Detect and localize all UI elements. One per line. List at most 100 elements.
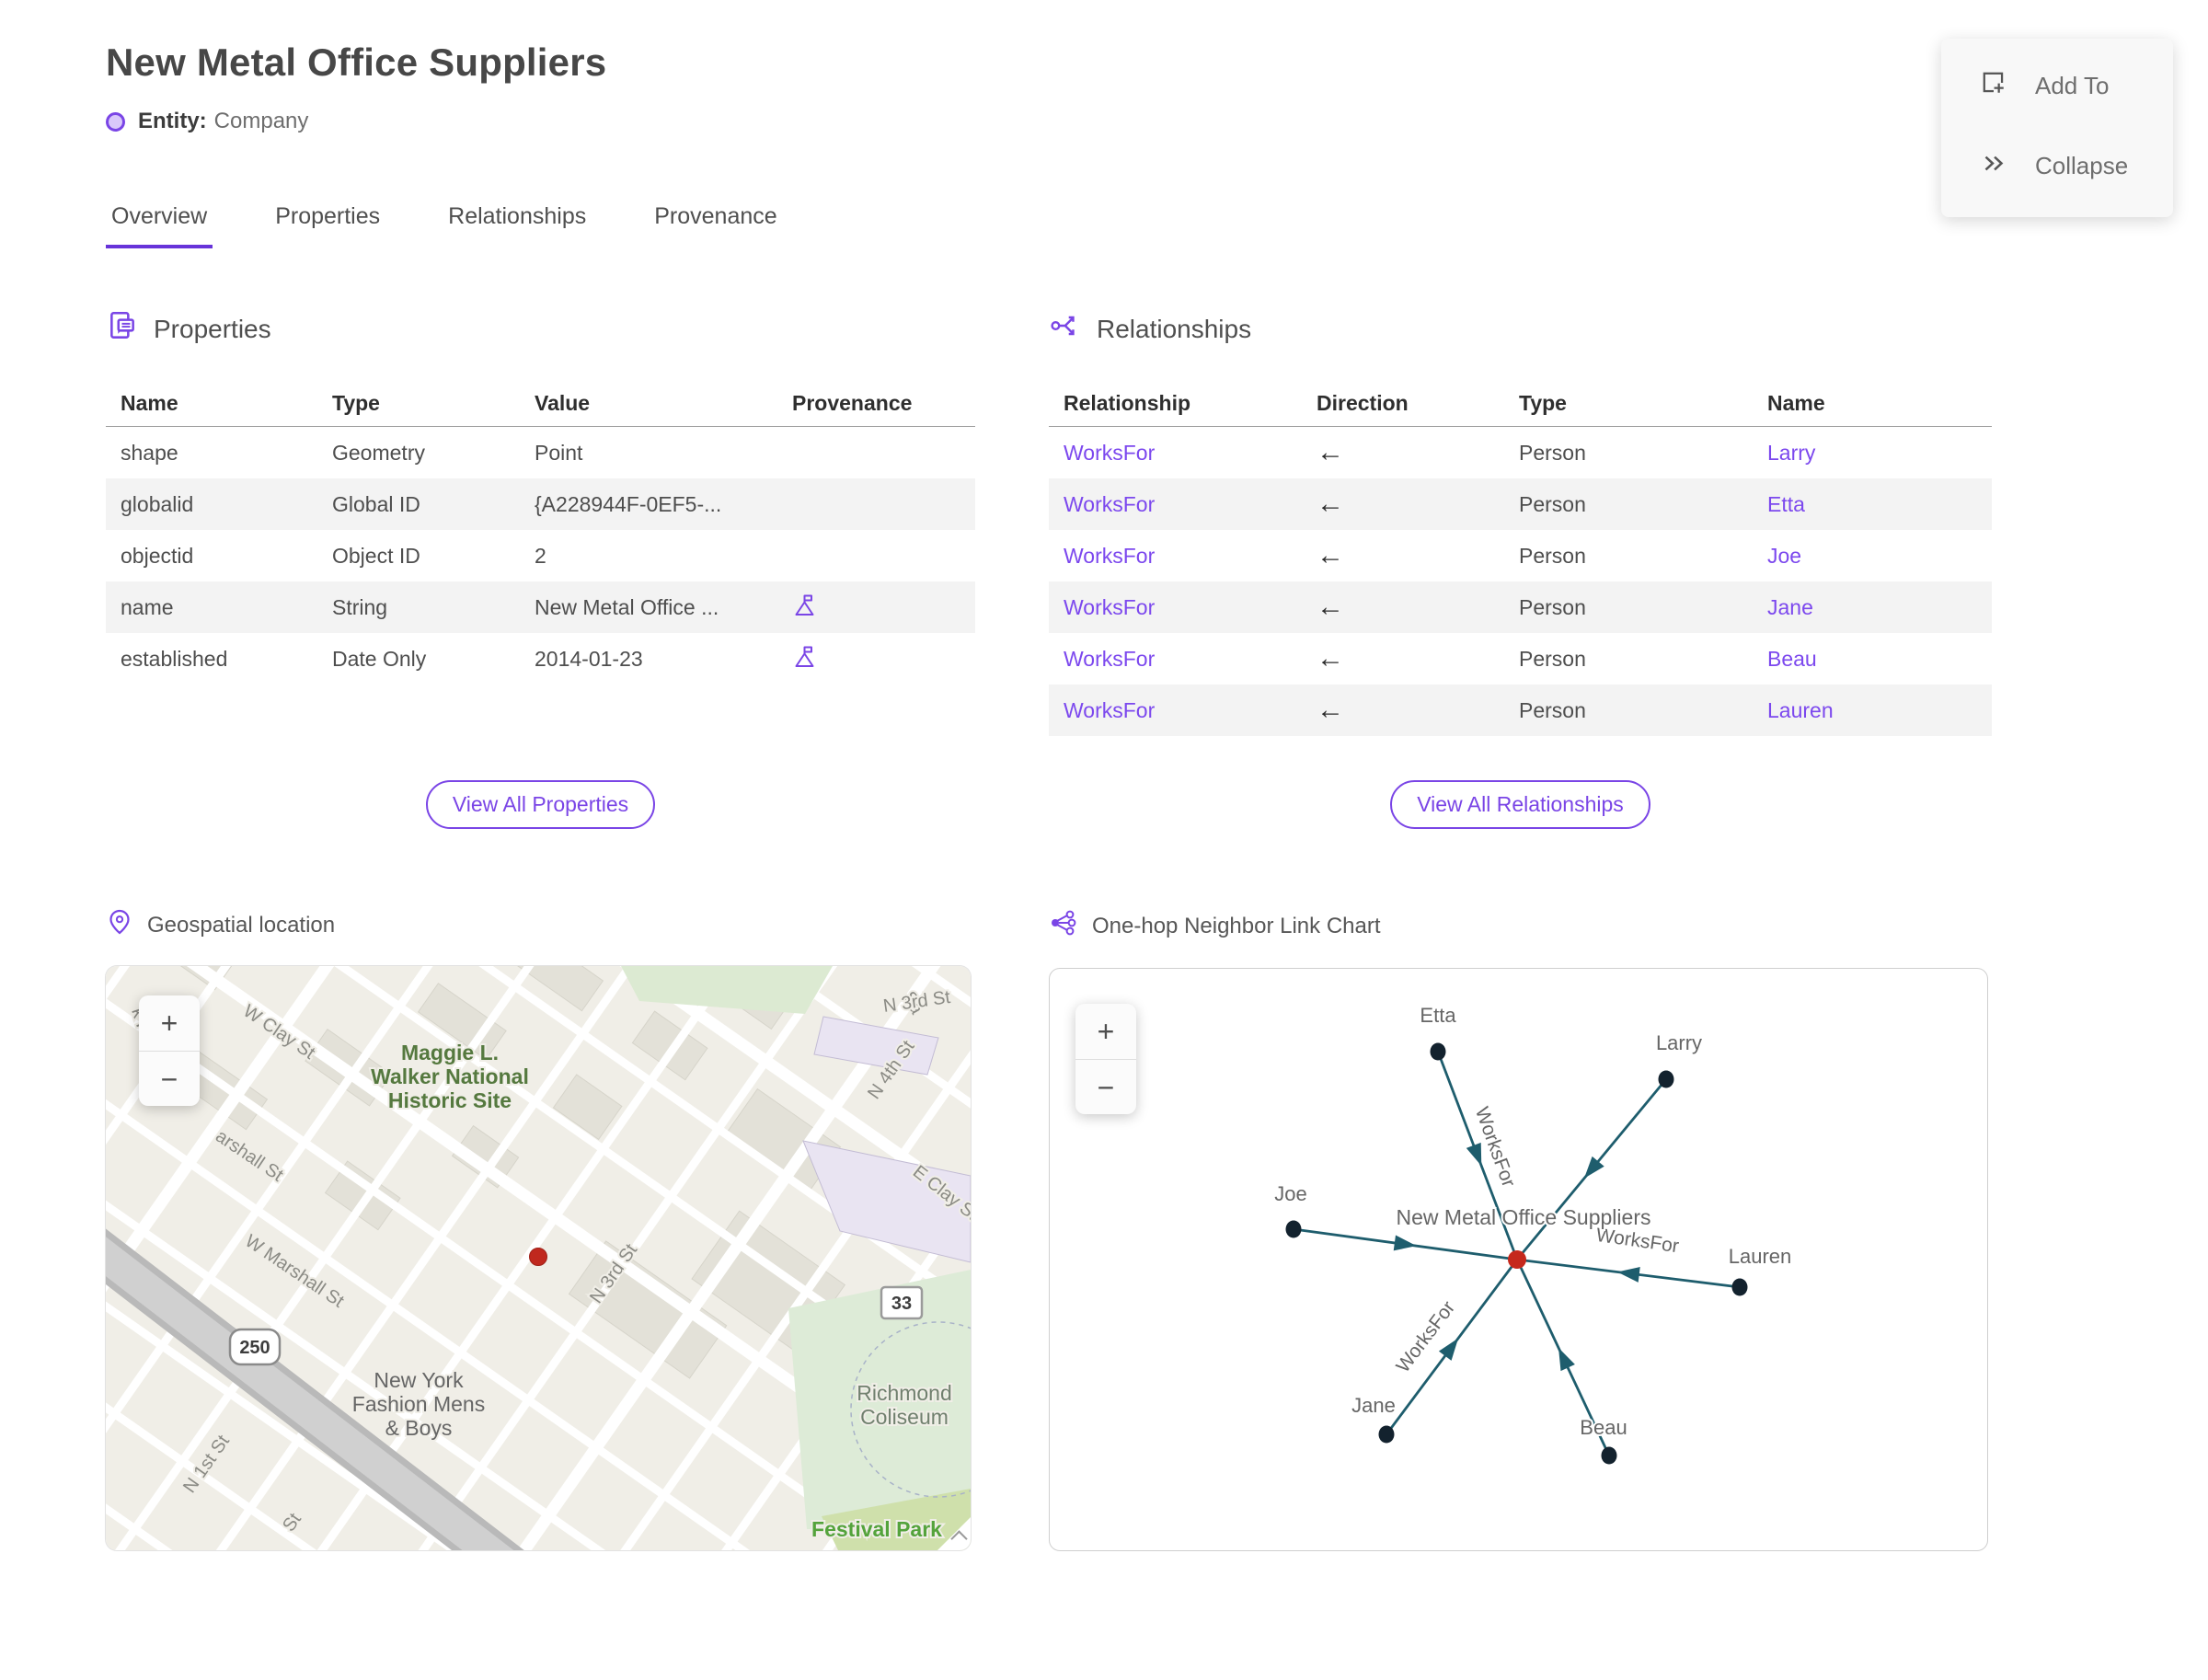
tab-provenance[interactable]: Provenance [649,202,782,248]
provenance-flag-icon[interactable] [792,644,817,669]
column-header: Name [121,390,178,415]
direction-arrow: ← [1317,489,1344,519]
graph-node[interactable] [1731,1278,1748,1296]
chevrons-right-icon [1978,147,2009,185]
graph-edge-arrow [1466,1142,1482,1167]
direction-arrow: ← [1317,540,1344,570]
relationship-link[interactable]: WorksFor [1064,698,1155,722]
map-point-marker[interactable] [529,1248,547,1266]
related-entity-type: Person [1519,491,1586,516]
direction-arrow: ← [1317,592,1344,622]
property-value: 2014-01-23 [535,646,643,671]
page-title: New Metal Office Suppliers [106,40,607,84]
chart-zoom-in-button[interactable]: + [1075,1004,1136,1059]
tab-properties[interactable]: Properties [270,202,385,248]
relationship-direction-cell: ← [1302,489,1504,520]
add-to-button[interactable]: Add To [1941,66,2173,106]
relationship-row: WorksFor ← Person Joe [1049,530,1992,581]
link-chart-canvas[interactable]: WorksForWorksForWorksForEttaLarryJoeLaur… [1050,969,1987,1550]
related-entity-name-cell: Larry [1753,441,1992,466]
chart-zoom-out-button[interactable]: − [1075,1059,1136,1114]
tab-overview[interactable]: Overview [106,202,213,248]
graph-node[interactable] [1430,1042,1446,1061]
entity-link[interactable]: Etta [1767,492,1805,516]
graph-node-label: Beau [1580,1416,1627,1439]
tab-relationships[interactable]: Relationships [443,202,592,248]
one-hop-link-chart[interactable]: WorksFor WorksFor WorksFor Etta Larry Joe Laur… [1049,968,1988,1551]
entity-type-icon [106,111,125,132]
provenance-flag-icon[interactable] [792,593,817,617]
entity-row: Entity: Company [106,109,1992,134]
relationships-card: Relationships Relationship Direction Typ… [1049,309,1992,829]
map-zoom-out-button[interactable]: − [139,1051,200,1106]
floating-action-panel: Add To Collapse [1941,39,2173,217]
properties-table: Name Type Value Provenance shape Geometry… [106,380,975,685]
relationship-type-cell: WorksFor [1049,647,1302,672]
property-value: Point [535,440,583,465]
entity-link[interactable]: Lauren [1767,698,1834,722]
relationship-row: WorksFor ← Person Larry [1049,427,1992,478]
related-entity-type: Person [1519,646,1586,671]
graph-node[interactable] [1378,1425,1395,1444]
property-row: shape Geometry Point [106,427,975,478]
graph-center-node[interactable] [1508,1250,1526,1269]
direction-arrow: ← [1317,643,1344,673]
column-header: Type [1519,390,1567,415]
direction-arrow: ← [1317,695,1344,725]
relationship-row: WorksFor ← Person Jane [1049,581,1992,633]
relationship-type-cell: WorksFor [1049,544,1302,569]
property-name: objectid [121,543,194,568]
property-provenance [777,644,975,674]
relationship-link[interactable]: WorksFor [1064,441,1155,465]
graph-node-label: Larry [1656,1031,1702,1054]
column-header: Name [1767,390,1825,415]
add-to-icon [1978,67,2009,105]
property-type: Geometry [332,440,425,465]
property-name: established [121,646,228,671]
column-header: Relationship [1064,390,1191,415]
property-value: {A228944F-0EF5-... [535,491,722,516]
map-poi-label: Richmond Coliseum [857,1381,952,1429]
property-row: established Date Only 2014-01-23 [106,633,975,685]
related-entity-name-cell: Joe [1753,544,1992,569]
column-header: Type [332,390,380,415]
relationships-section-title: Relationships [1097,314,1252,343]
geospatial-map[interactable]: k RdW Clay StSaarshall StW Marshall StE … [106,966,971,1550]
entity-link[interactable]: Joe [1767,544,1801,568]
property-provenance [777,593,975,623]
view-all-properties-button[interactable]: View All Properties [425,780,656,829]
graph-edge-arrow [1438,1338,1459,1361]
relationship-link[interactable]: WorksFor [1064,595,1155,619]
relationship-link[interactable]: WorksFor [1064,492,1155,516]
graph-center-node-label: New Metal Office Suppliers [1397,1205,1651,1229]
relationship-row: WorksFor ← Person Lauren [1049,685,1992,736]
graph-node[interactable] [1658,1070,1674,1088]
graph-node-label: Lauren [1729,1245,1792,1268]
relationship-direction-cell: ← [1302,695,1504,726]
map-canvas[interactable]: k RdW Clay StSaarshall StW Marshall StE … [106,966,971,1550]
map-zoom-in-button[interactable]: + [139,995,200,1051]
related-entity-type: Person [1519,440,1586,465]
relationship-type-cell: WorksFor [1049,441,1302,466]
graph-node[interactable] [1601,1446,1617,1465]
entity-link[interactable]: Larry [1767,441,1815,465]
view-all-relationships-button[interactable]: View All Relationships [1390,780,1650,829]
entity-type-value: Company [213,109,309,133]
map-poi-label: Festival Park [811,1517,942,1541]
relationship-link[interactable]: WorksFor [1064,544,1155,568]
relationship-direction-cell: ← [1302,643,1504,674]
property-type: String [332,594,388,619]
entity-link[interactable]: Jane [1767,595,1813,619]
collapse-button[interactable]: Collapse [1941,146,2173,186]
map-zoom-control: + − [139,995,200,1106]
relationship-row: WorksFor ← Person Etta [1049,478,1992,530]
entity-link[interactable]: Beau [1767,647,1817,671]
svg-text:33: 33 [891,1294,912,1314]
entity-label: Entity: [138,109,207,133]
graph-node[interactable] [1285,1220,1302,1238]
link-chart-section-title: One-hop Neighbor Link Chart [1092,913,1381,938]
relationship-link[interactable]: WorksFor [1064,647,1155,671]
map-section-title: Geospatial location [147,912,336,938]
route-shield: 250 [228,1328,282,1366]
column-header: Value [535,390,591,415]
